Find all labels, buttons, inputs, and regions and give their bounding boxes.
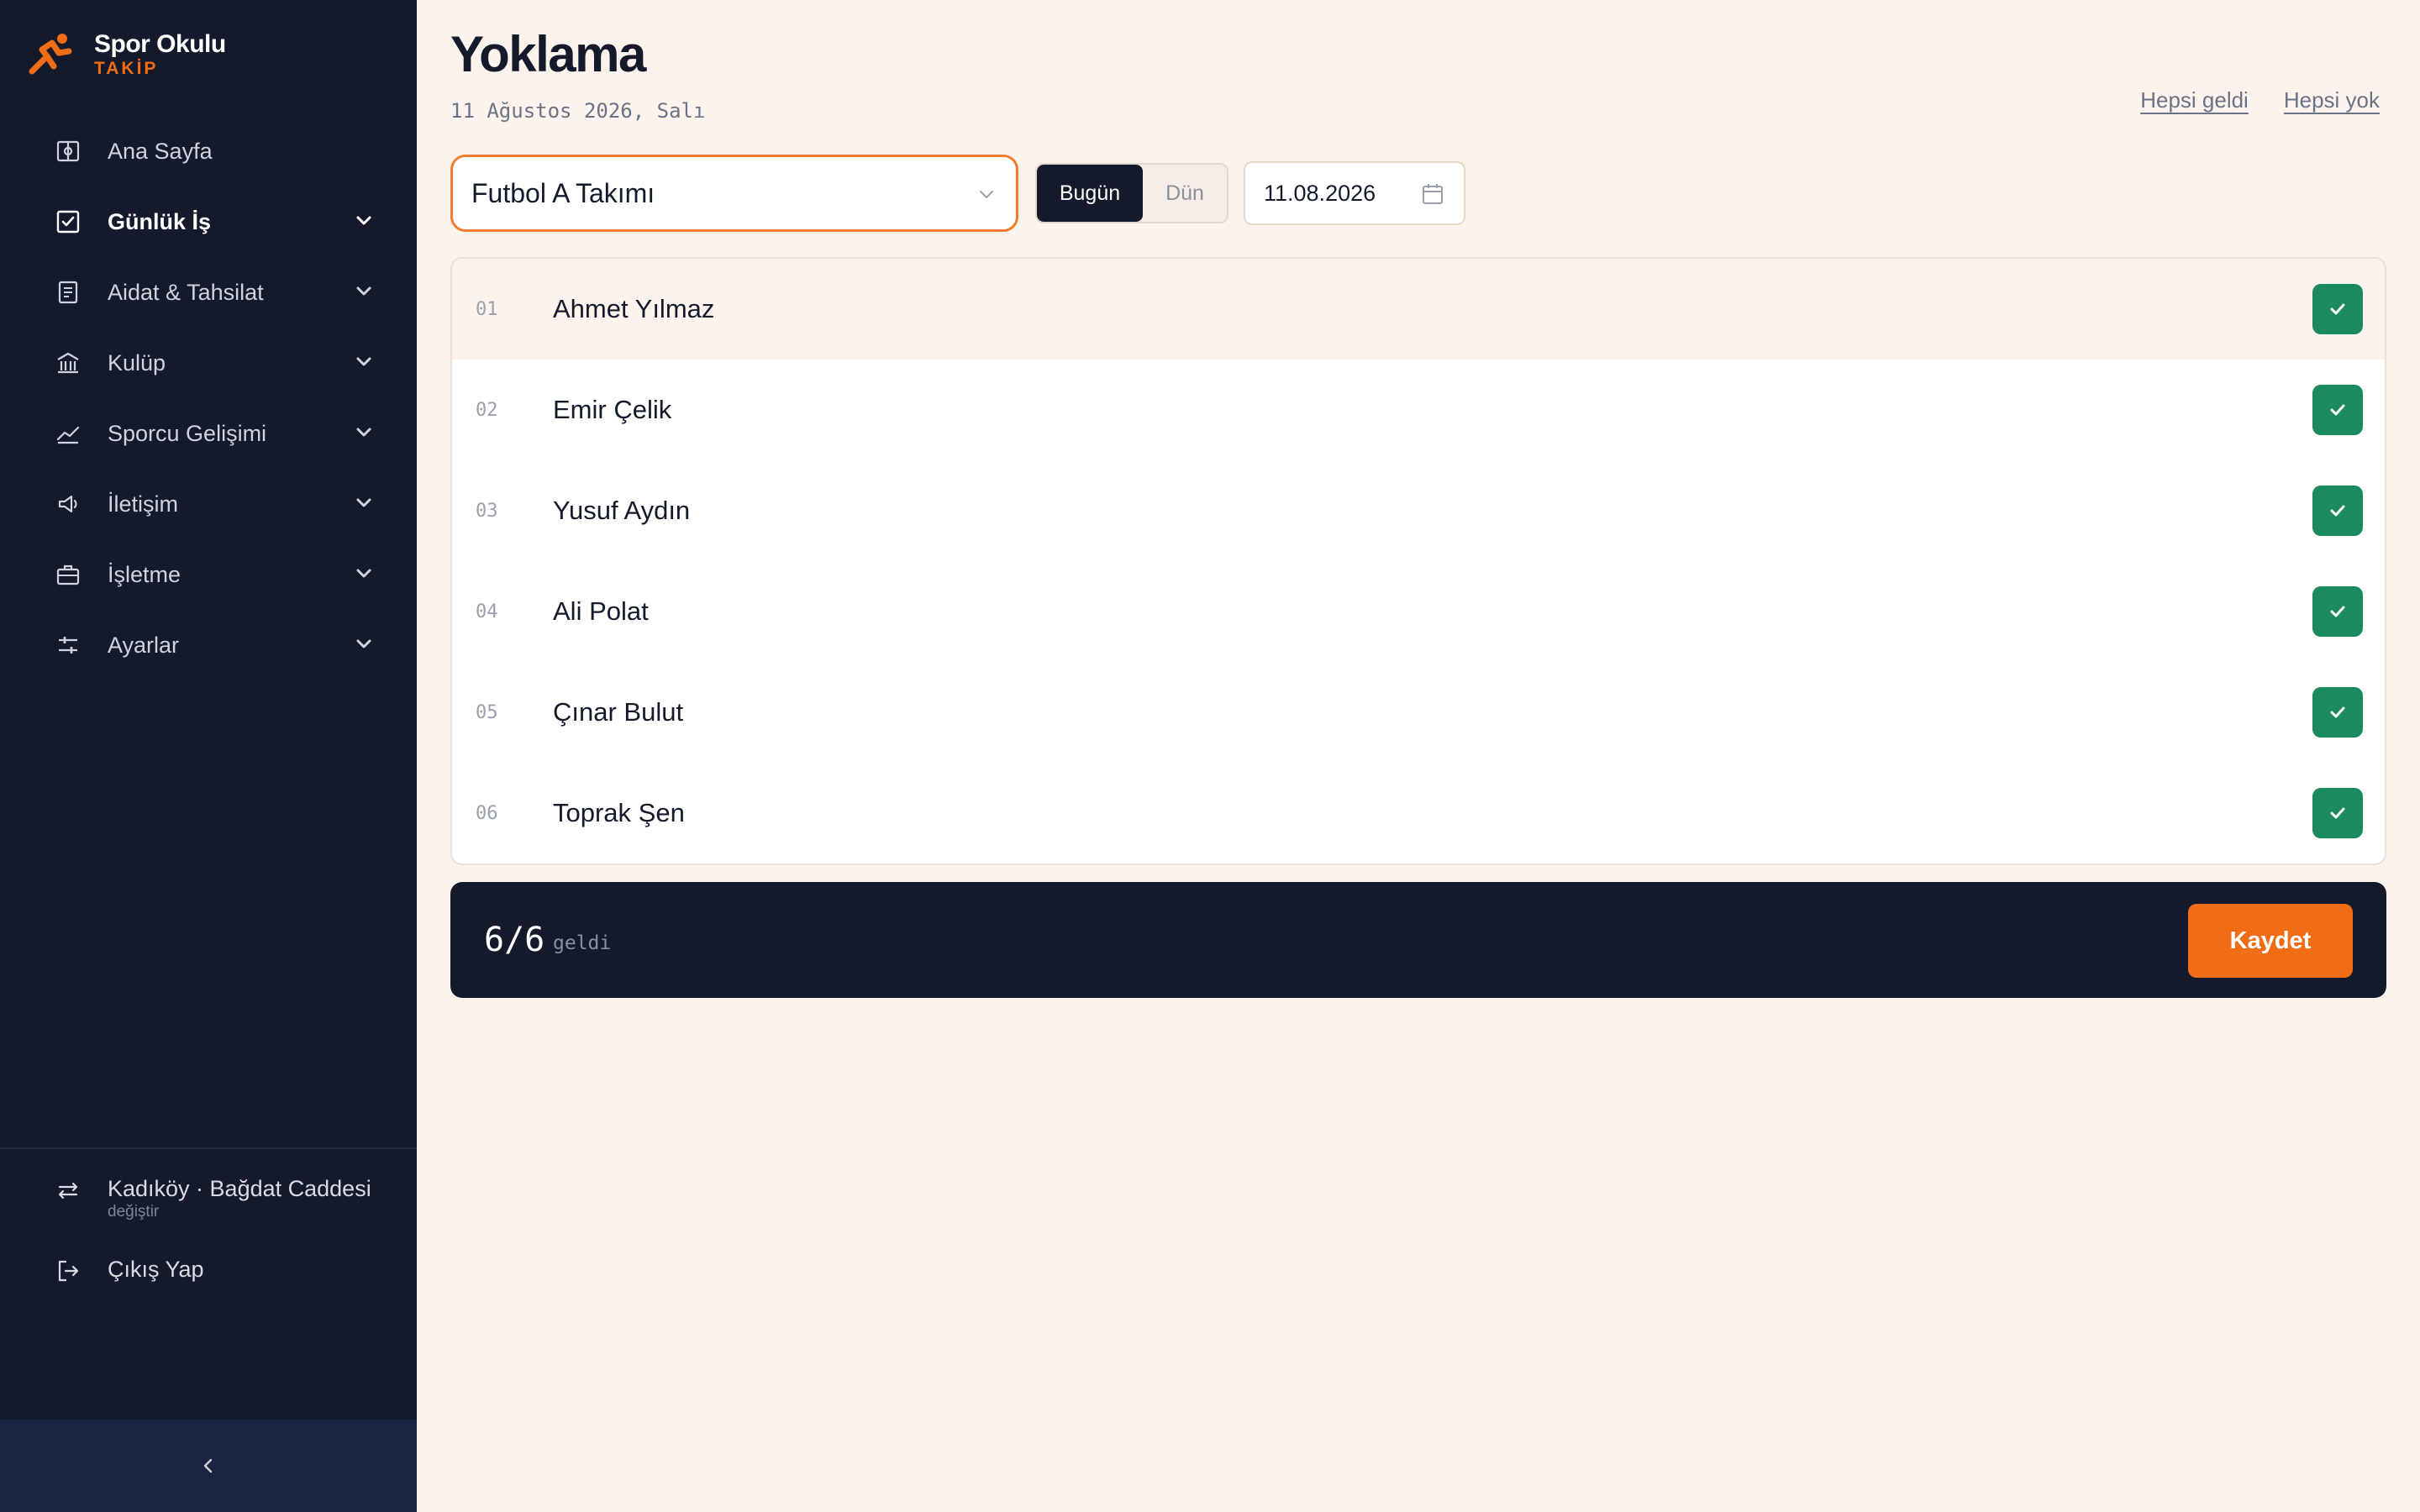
page-title: Yoklama	[450, 26, 646, 82]
sidebar-item-kulup[interactable]: Kulüp	[0, 328, 417, 398]
present-checkbox[interactable]	[2312, 788, 2363, 838]
mark-all-present-link[interactable]: Hepsi geldi	[2140, 87, 2249, 113]
team-select[interactable]: Futbol A Takımı	[450, 155, 1018, 232]
chevron-down-icon	[356, 569, 371, 578]
mark-all-absent-link[interactable]: Hepsi yok	[2284, 87, 2380, 113]
sidebar-item-label: Ana Sayfa	[108, 138, 213, 164]
check-icon	[2330, 606, 2345, 617]
building-icon	[55, 350, 81, 375]
chevron-left-icon	[203, 1458, 213, 1473]
sidebar-item-label: Sporcu Gelişimi	[108, 420, 267, 446]
brand-subtitle: TAKİP	[94, 59, 159, 78]
logout-button[interactable]: Çıkış Yap	[55, 1255, 204, 1284]
sidebar-item-iletisim[interactable]: İletişim	[0, 469, 417, 539]
logout-label: Çıkış Yap	[108, 1257, 204, 1282]
check-icon	[2330, 807, 2345, 819]
chart-line-icon	[55, 421, 81, 446]
attendance-count: 6/6	[484, 921, 545, 959]
check-icon	[2330, 303, 2345, 315]
briefcase-icon	[55, 562, 81, 587]
table-row[interactable]: 02 Emir Çelik	[452, 360, 2385, 460]
dashboard-icon	[55, 139, 81, 164]
brand-name: Spor Okulu	[94, 30, 226, 58]
chevron-down-icon	[356, 639, 371, 648]
attendance-list: 01 Ahmet Yılmaz 02 Emir Çelik 03 Yusuf A…	[450, 257, 2386, 865]
logout-icon	[58, 1260, 79, 1282]
swap-arrows-icon	[58, 1182, 78, 1200]
bulk-actions: Hepsi geldi Hepsi yok	[2105, 87, 2380, 113]
chevron-down-icon	[356, 498, 371, 507]
present-checkbox[interactable]	[2312, 385, 2363, 435]
app: Spor Okulu TAKİP Ana Sayfa Günlük İş Aid…	[0, 0, 2420, 1512]
check-icon	[2330, 505, 2345, 517]
sidebar-item-label: İletişim	[108, 491, 179, 517]
sidebar-nav: Ana Sayfa Günlük İş Aidat & Tahsilat Kul…	[0, 116, 417, 680]
sidebar-collapse-button[interactable]	[0, 1420, 417, 1512]
sidebar-item-label: Kulüp	[108, 349, 166, 375]
athlete-name: Emir Çelik	[553, 395, 672, 424]
date-field-value: 11.08.2026	[1264, 180, 1376, 206]
table-row[interactable]: 01 Ahmet Yılmaz	[452, 259, 2385, 360]
sidebar-item-gunluk-is[interactable]: Günlük İş	[0, 186, 417, 257]
sidebar-item-sporcu-gelisimi[interactable]: Sporcu Gelişimi	[0, 398, 417, 469]
athlete-name: Toprak Şen	[553, 798, 685, 827]
branch-change-label: değiştir	[108, 1203, 160, 1221]
row-number: 03	[476, 500, 498, 522]
sidebar-item-aidat-tahsilat[interactable]: Aidat & Tahsilat	[0, 257, 417, 328]
row-number: 02	[476, 399, 498, 421]
row-number: 06	[476, 802, 498, 824]
brand[interactable]: Spor Okulu TAKİP	[25, 30, 226, 79]
calendar-icon[interactable]	[1420, 181, 1445, 207]
date-field[interactable]: 11.08.2026	[1244, 161, 1465, 225]
checkbox-icon	[55, 209, 81, 234]
sidebar-divider	[0, 1147, 417, 1149]
chevron-down-icon	[980, 191, 993, 198]
row-number: 04	[476, 601, 498, 622]
table-row[interactable]: 04 Ali Polat	[452, 561, 2385, 662]
check-icon	[2330, 706, 2345, 718]
chevron-down-icon	[356, 357, 371, 366]
today-toggle-button[interactable]: Bugün	[1037, 165, 1143, 222]
present-checkbox[interactable]	[2312, 284, 2363, 334]
present-checkbox[interactable]	[2312, 586, 2363, 637]
runner-logo-icon	[29, 34, 72, 75]
sidebar-item-ayarlar[interactable]: Ayarlar	[0, 610, 417, 680]
sidebar-item-label: İşletme	[108, 561, 182, 587]
attendance-count-label: geldi	[553, 932, 612, 954]
present-checkbox[interactable]	[2312, 486, 2363, 536]
day-toggle: Bugün Dün	[1035, 163, 1228, 223]
sidebar: Spor Okulu TAKİP Ana Sayfa Günlük İş Aid…	[0, 0, 417, 1512]
present-checkbox[interactable]	[2312, 687, 2363, 738]
chevron-down-icon	[356, 216, 371, 225]
table-row[interactable]: 03 Yusuf Aydın	[452, 460, 2385, 561]
row-number: 05	[476, 701, 498, 723]
table-row[interactable]: 06 Toprak Şen	[452, 763, 2385, 864]
row-number: 01	[476, 298, 498, 320]
chevron-down-icon	[356, 428, 371, 437]
page-date: 11 Ağustos 2026, Salı	[450, 99, 706, 123]
sidebar-item-label: Günlük İş	[108, 208, 212, 234]
branch-switcher[interactable]: Kadıköy · Bağdat Caddesi değiştir	[55, 1174, 371, 1221]
yesterday-toggle-button[interactable]: Dün	[1143, 165, 1227, 222]
sidebar-item-ana-sayfa[interactable]: Ana Sayfa	[0, 116, 417, 186]
check-icon	[2330, 404, 2345, 416]
table-row[interactable]: 05 Çınar Bulut	[452, 662, 2385, 763]
athlete-name: Yusuf Aydın	[553, 496, 691, 525]
megaphone-icon	[55, 491, 81, 517]
chevron-down-icon	[356, 286, 371, 296]
athlete-name: Çınar Bulut	[553, 697, 684, 727]
team-select-value: Futbol A Takımı	[471, 177, 655, 208]
athlete-name: Ahmet Yılmaz	[553, 294, 715, 323]
branch-name: Kadıköy · Bağdat Caddesi	[108, 1176, 371, 1201]
attendance-summary-bar: 6/6 geldi Kaydet	[450, 882, 2386, 998]
athlete-name: Ali Polat	[553, 596, 649, 626]
main-content: Yoklama 11 Ağustos 2026, Salı Hepsi geld…	[417, 0, 2420, 1512]
sidebar-item-label: Ayarlar	[108, 632, 180, 658]
sliders-icon	[55, 633, 81, 658]
document-icon	[55, 280, 81, 305]
sidebar-item-label: Aidat & Tahsilat	[108, 279, 264, 305]
sidebar-item-isletme[interactable]: İşletme	[0, 539, 417, 610]
save-button[interactable]: Kaydet	[2188, 904, 2353, 978]
